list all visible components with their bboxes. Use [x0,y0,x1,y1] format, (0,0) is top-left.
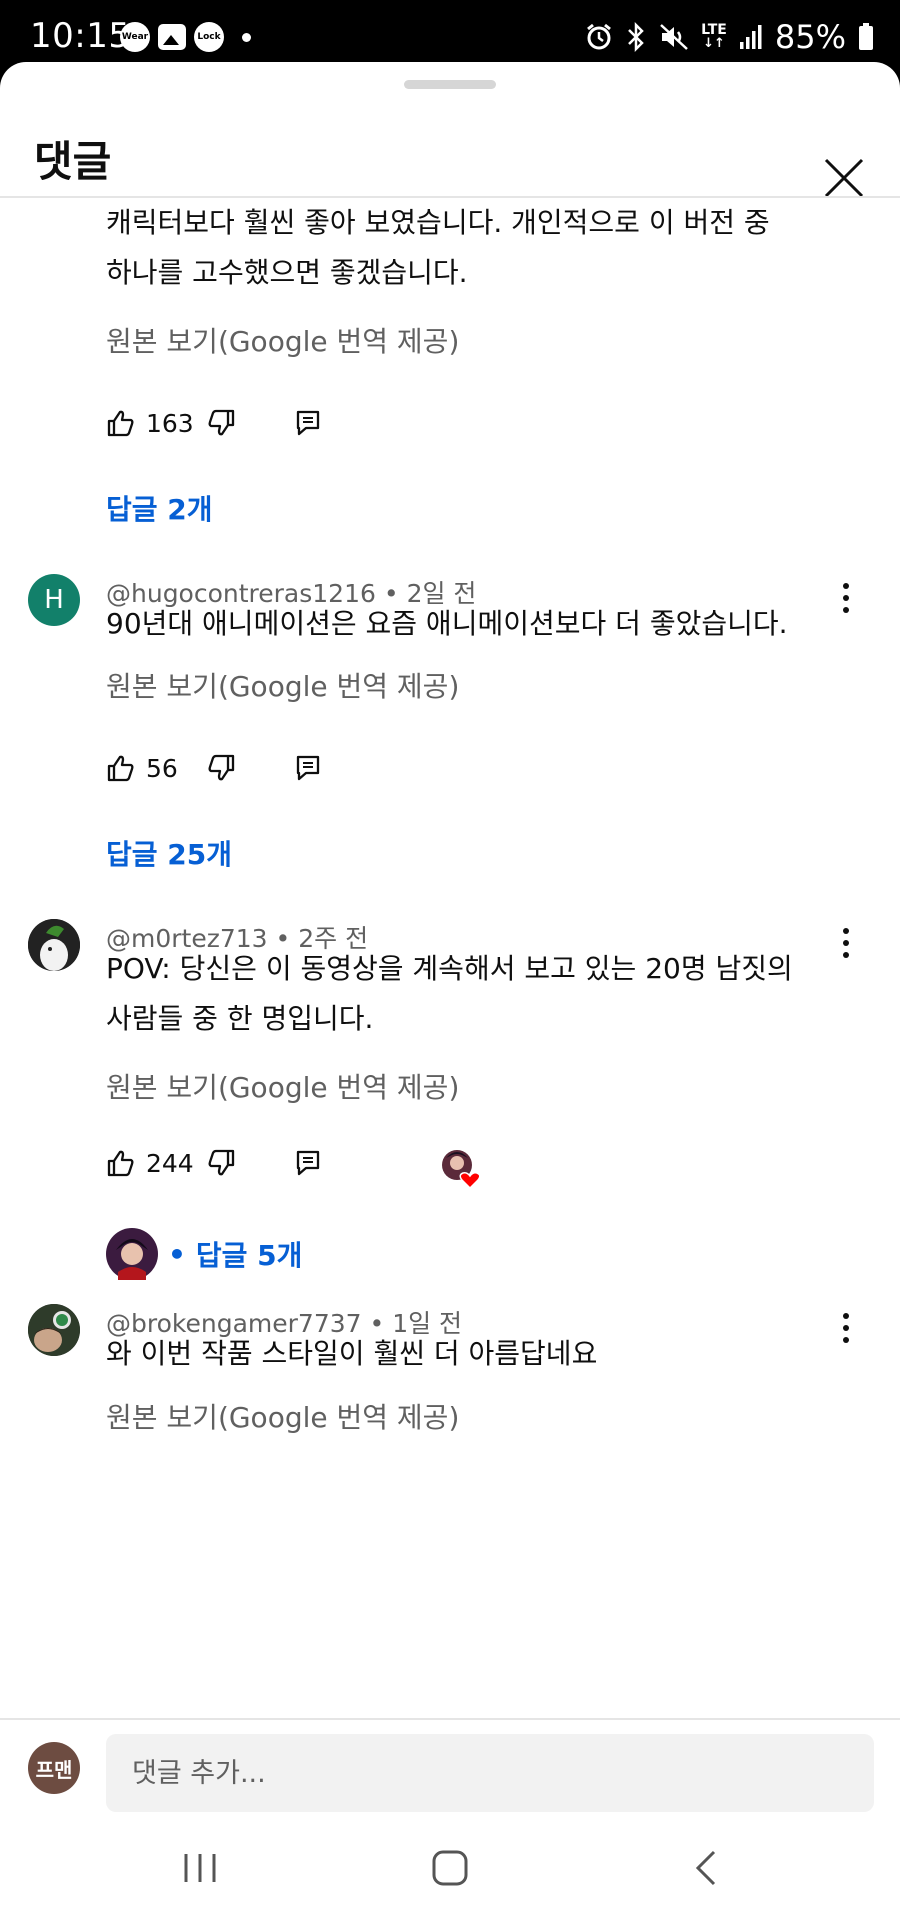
gallery-icon [158,24,186,50]
sheet-header: 댓글 [0,102,900,198]
back-icon[interactable] [686,1848,726,1888]
comment-actions: 163 [106,408,706,448]
close-icon [824,158,864,198]
reply-icon [296,410,320,436]
battery-icon [859,23,873,50]
view-original-link[interactable]: 원본 보기(Google 번역 제공) [106,1396,459,1436]
comment-actions: 244 [106,1148,706,1190]
like-icon [107,755,134,782]
comment-text-line: 하나를 고수했으면 좋겠습니다. [106,256,468,289]
reply-button[interactable] [294,1148,322,1178]
dislike-icon [208,754,235,781]
battery-percentage: 85% [774,18,846,56]
reply-icon [296,1150,320,1176]
replies-button[interactable]: 답글 25개 [106,833,232,873]
status-notification-icons: Wear Lock [120,22,251,52]
lock-app-icon: Lock [194,22,224,52]
alarm-icon [587,23,612,50]
like-icon [107,410,134,437]
dislike-button[interactable] [206,1148,236,1178]
close-button[interactable] [822,156,866,200]
creator-heart-icon [442,1150,481,1190]
signal-icon [739,25,762,49]
replies-button[interactable]: 답글 2개 [106,488,213,528]
dislike-icon [208,1149,235,1176]
replies-button[interactable]: • 답글 5개 [106,1228,302,1280]
view-original-link[interactable]: 원본 보기(Google 번역 제공) [106,320,459,360]
user-avatar[interactable]: 프맨 [28,1742,80,1794]
recent-apps-icon[interactable] [180,1848,220,1888]
mute-icon [660,24,689,50]
comment-text-line: 와 이번 작품 스타일이 훨씬 더 아름답네요 [106,1337,598,1370]
creator-heart-badge [440,1148,482,1190]
like-count: 163 [146,408,194,438]
dislike-button[interactable] [206,408,236,438]
author-avatar[interactable] [28,919,80,971]
more-icon[interactable] [836,1308,856,1348]
comment-text-line: 캐릭터보다 훨씬 좋아 보였습니다. 개인적으로 이 버전 중 [106,206,770,239]
creator-avatar-icon [106,1228,158,1280]
comments-list[interactable]: 캐릭터보다 훨씬 좋아 보였습니다. 개인적으로 이 버전 중 하나를 고수했으… [0,198,900,1780]
comment-composer: 프맨 [0,1718,900,1818]
author-avatar[interactable]: H [28,574,80,626]
comment-text-line: 90년대 애니메이션은 요즘 애니메이션보다 더 좋았습니다. [106,607,788,640]
wear-app-icon: Wear [120,22,150,52]
like-button[interactable]: 163 [106,408,194,438]
replies-label: 답글 25개 [106,838,232,871]
comment-text-line: POV: 당신은 이 동영상을 계속해서 보고 있는 20명 남짓의 [106,952,793,985]
comments-sheet: 댓글 캐릭터보다 훨씬 좋아 보였습니다. 개인적으로 이 버전 중 하나를 고… [0,62,900,1930]
bluetooth-icon [628,22,644,52]
dislike-icon [208,409,235,436]
reply-button[interactable] [294,408,322,438]
status-time: 10:15 [30,16,131,56]
like-count: 56 [146,753,178,783]
avatar-image [28,919,80,971]
more-notifications-dot-icon [242,32,251,42]
reply-icon [296,755,320,781]
status-system-icons: LTE ↓↑ 85% [585,18,874,56]
like-button[interactable]: 56 [106,753,178,783]
view-original-link[interactable]: 원본 보기(Google 번역 제공) [106,1066,459,1106]
like-count: 244 [146,1148,194,1178]
like-icon [107,1150,134,1177]
comment-text-line: 사람들 중 한 명입니다. [106,1002,374,1035]
sheet-title: 댓글 [34,137,112,186]
author-avatar[interactable] [28,1304,80,1356]
comment-actions: 56 [106,753,706,793]
replies-label: 답글 2개 [106,493,213,526]
navigation-bar [0,1818,900,1930]
replies-label: 답글 5개 [195,1239,303,1272]
network-type-icon: LTE ↓↑ [701,22,727,51]
drag-handle[interactable] [404,80,496,89]
dislike-button[interactable] [206,753,236,783]
more-icon[interactable] [836,578,856,618]
more-icon[interactable] [836,923,856,963]
avatar-image [28,1304,80,1356]
comment-input[interactable] [106,1734,874,1812]
reply-button[interactable] [294,753,322,783]
like-button[interactable]: 244 [106,1148,194,1178]
home-icon[interactable] [430,1848,470,1888]
view-original-link[interactable]: 원본 보기(Google 번역 제공) [106,665,459,705]
